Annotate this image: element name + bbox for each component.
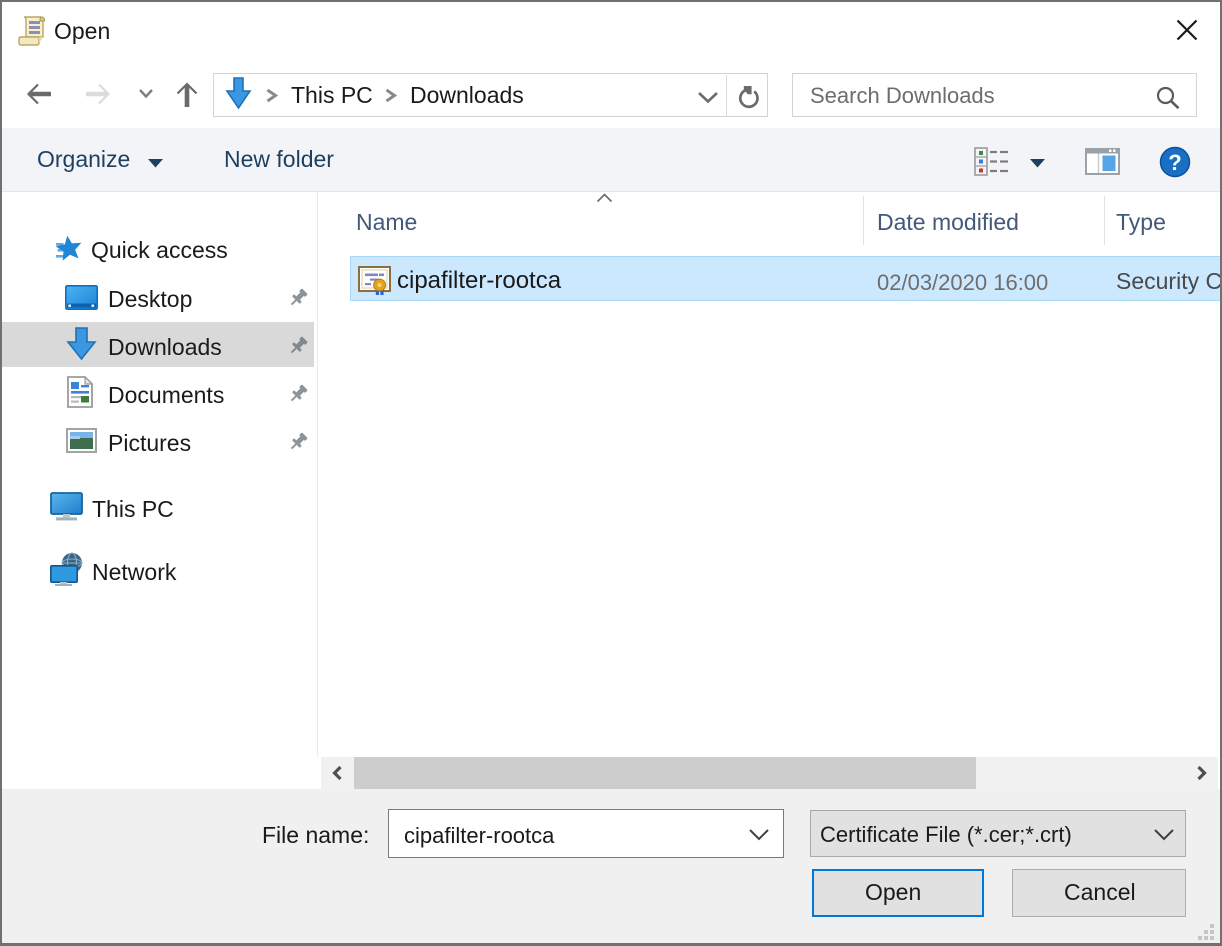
svg-text:?: ? [1168,150,1181,175]
